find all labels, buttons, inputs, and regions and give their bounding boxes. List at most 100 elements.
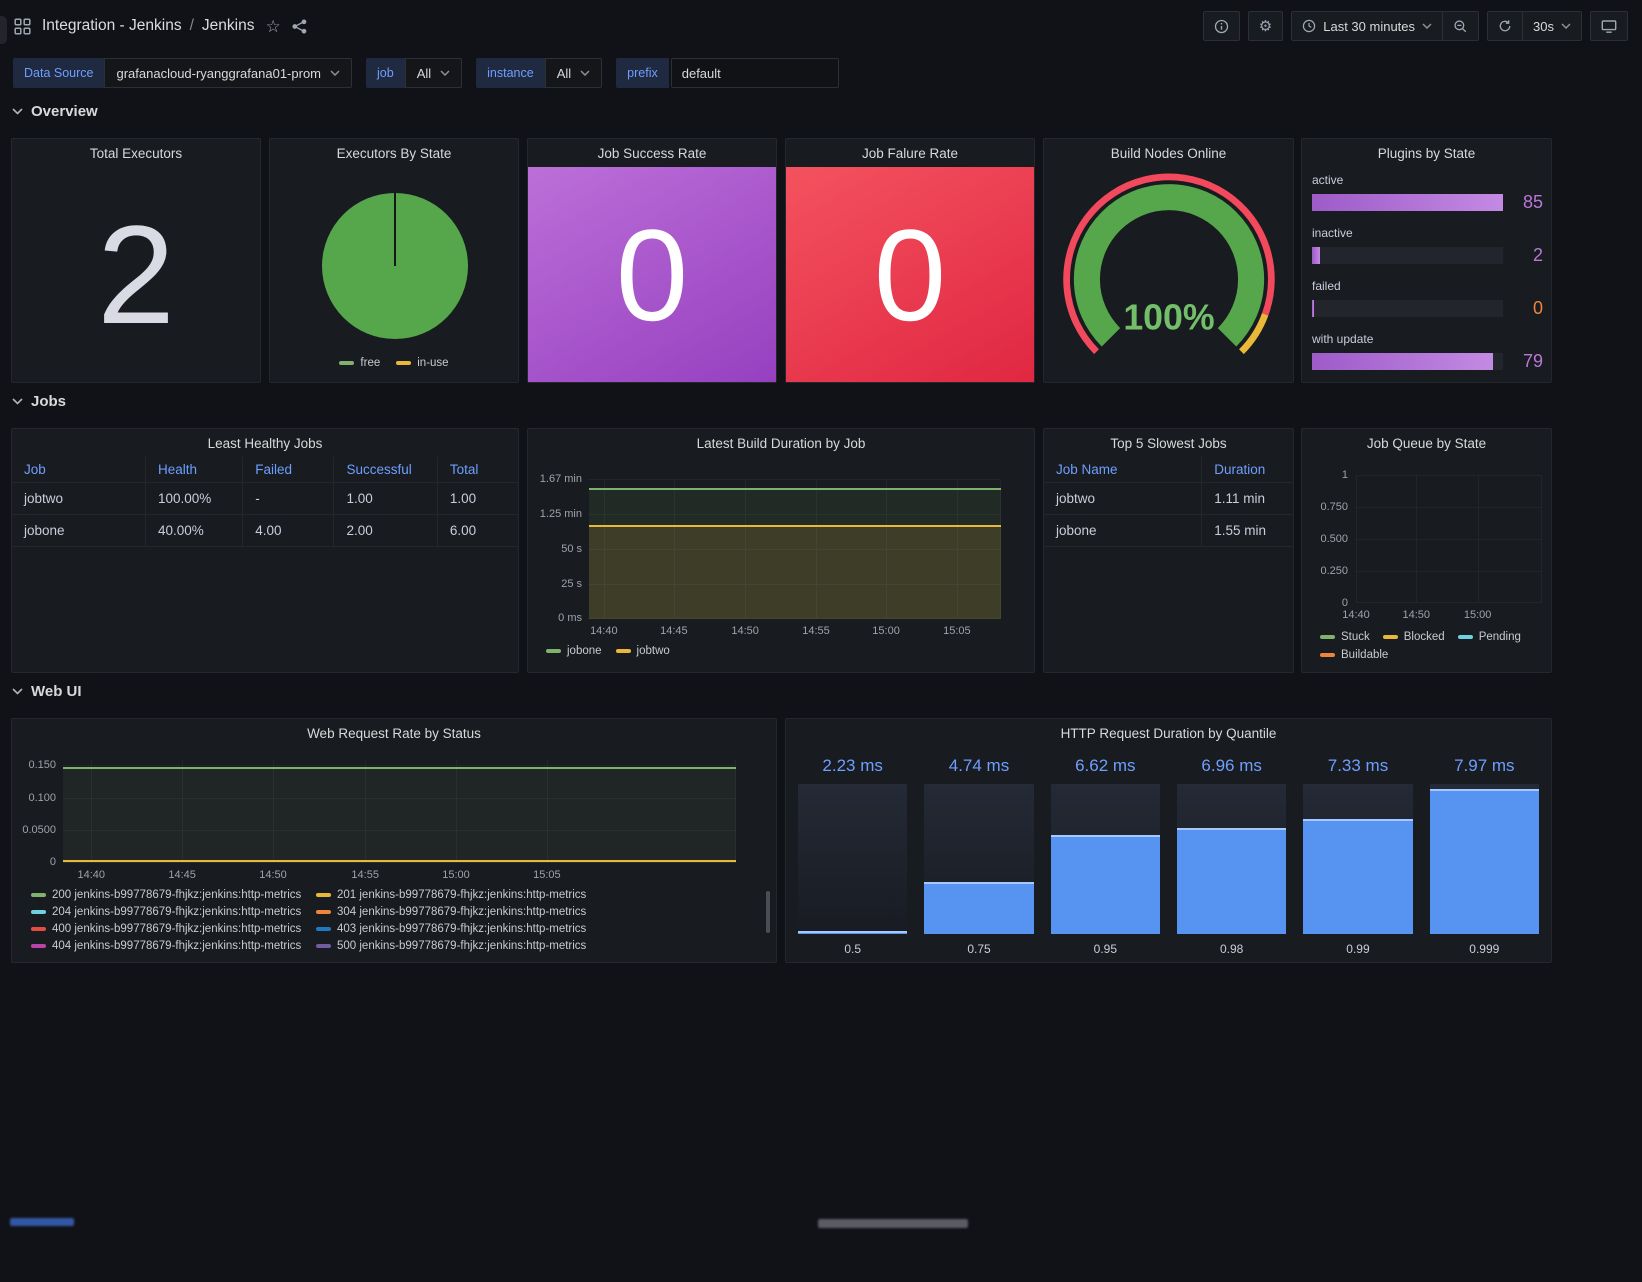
bar-gauge-track[interactable] [924,784,1033,934]
star-icon[interactable]: ☆ [265,18,280,35]
dashboard-settings-button[interactable]: ⚙ [1248,11,1283,41]
legend-item[interactable]: 403 jenkins-b99778679-fhjkz:jenkins:http… [316,923,601,935]
refresh-interval-picker[interactable]: 30s [1523,11,1582,41]
bar-gauge-track[interactable] [798,784,907,934]
legend-item[interactable]: Pending [1458,631,1521,643]
panel-title[interactable]: Job Falure Rate [786,139,1034,167]
column-header-health[interactable]: Health [145,457,242,483]
panel-title[interactable]: Least Healthy Jobs [12,429,518,457]
column-header-total[interactable]: Total [437,457,518,483]
bar-gauge-track[interactable] [1177,784,1286,934]
dashboards-grid-icon[interactable] [14,18,31,35]
legend-swatch [316,893,331,897]
legend-item[interactable]: 304 jenkins-b99778679-fhjkz:jenkins:http… [316,906,601,918]
bar-gauge-track [1312,194,1503,211]
datasource-select[interactable]: grafanacloud-ryanggrafana01-prom [104,58,352,88]
column-header-successful[interactable]: Successful [334,457,437,483]
bar-gauge-fill [1312,194,1503,211]
column-header-failed[interactable]: Failed [243,457,334,483]
section-jobs[interactable]: Jobs [12,393,66,410]
legend-item[interactable]: Stuck [1320,631,1370,643]
y-tick: 1.67 min [528,472,582,486]
bar-gauge-track[interactable] [1303,784,1412,934]
prefix-label: prefix [616,58,669,88]
quantile-column: 6.96 ms 0.98 [1177,747,1286,956]
legend-swatch [339,361,354,365]
dashboard-info-button[interactable] [1203,11,1240,41]
instance-select[interactable]: All [545,58,602,88]
y-tick: 0.750 [1302,500,1348,514]
bar-gauge-fill [1051,835,1160,934]
quantile-label: 0.98 [1177,942,1286,956]
gear-icon: ⚙ [1259,17,1272,35]
time-series-plot[interactable]: 14:40 14:45 14:50 14:55 15:00 15:05 [589,479,1001,619]
legend-swatch [316,927,331,931]
legend-scrollbar[interactable] [766,891,770,933]
legend-item[interactable]: 200 jenkins-b99778679-fhjkz:jenkins:http… [31,889,316,901]
legend-item[interactable]: 400 jenkins-b99778679-fhjkz:jenkins:http… [31,923,316,935]
bar-gauge-track[interactable] [1430,784,1539,934]
legend-item[interactable]: 204 jenkins-b99778679-fhjkz:jenkins:http… [31,906,316,918]
legend-item[interactable]: 500 jenkins-b99778679-fhjkz:jenkins:http… [316,940,601,952]
bar-gauge-fill [1312,247,1320,264]
pie-chart[interactable] [322,193,468,339]
job-label: job [366,58,405,88]
cell: 6.00 [437,515,518,547]
legend-item[interactable]: in-use [396,357,448,369]
refresh-button[interactable] [1487,11,1523,41]
slowest-jobs-table: Job Name Duration jobtwo 1.11 min jobone… [1044,457,1293,547]
column-header-job-name[interactable]: Job Name [1044,457,1202,483]
panel-title[interactable]: Build Nodes Online [1044,139,1293,167]
bar-gauge-fill [1303,819,1412,935]
legend-item[interactable]: Buildable [1320,649,1388,661]
x-tick: 14:45 [660,625,688,637]
panel-title[interactable]: Job Queue by State [1302,429,1551,457]
breadcrumb-dashboard[interactable]: Jenkins [202,17,255,35]
bar-gauge-track[interactable] [1051,784,1160,934]
refresh-controls: 30s [1487,11,1582,41]
column-header-job[interactable]: Job [12,457,145,483]
series-fill-jobtwo [589,526,1001,619]
section-title: Jobs [31,393,66,410]
panel-title[interactable]: Plugins by State [1302,139,1551,167]
legend-item[interactable]: Blocked [1383,631,1445,643]
share-icon[interactable] [292,19,307,34]
quantile-label: 0.99 [1303,942,1412,956]
legend-label: in-use [417,357,448,369]
panel-title[interactable]: Executors By State [270,139,518,167]
breadcrumb-folder[interactable]: Integration - Jenkins [42,17,182,35]
panel-title[interactable]: Top 5 Slowest Jobs [1044,429,1293,457]
panel-title[interactable]: Latest Build Duration by Job [528,429,1034,457]
legend-item[interactable]: jobtwo [616,645,670,657]
prefix-input[interactable] [671,58,839,88]
panel-title[interactable]: Job Success Rate [528,139,776,167]
section-overview[interactable]: Overview [12,103,98,120]
section-web-ui[interactable]: Web UI [12,683,82,700]
cell: 1.11 min [1202,483,1293,515]
panel-title[interactable]: Web Request Rate by Status [12,719,776,747]
legend-item[interactable]: jobone [546,645,602,657]
datasource-value: grafanacloud-ryanggrafana01-prom [116,66,321,81]
legend-item[interactable]: 404 jenkins-b99778679-fhjkz:jenkins:http… [31,940,316,952]
table-header-row: Job Name Duration [1044,457,1293,483]
panel-title[interactable]: Total Executors [12,139,260,167]
bar-gauge-row: inactive 2 [1312,226,1543,266]
bar-value: 7.97 ms [1430,756,1539,780]
series-fill-200 [63,768,736,863]
legend-swatch [31,893,46,897]
bar-value: 6.96 ms [1177,756,1286,780]
legend-item[interactable]: free [339,357,380,369]
time-range-picker[interactable]: Last 30 minutes [1291,11,1443,41]
chevron-down-icon [440,70,450,76]
panel-title[interactable]: HTTP Request Duration by Quantile [786,719,1551,747]
legend-item[interactable]: 201 jenkins-b99778679-fhjkz:jenkins:http… [316,889,601,901]
panel-http-duration-quantile: HTTP Request Duration by Quantile 2.23 m… [785,718,1552,963]
time-series-plot[interactable]: 14:40 14:45 14:50 14:55 15:00 15:05 [63,759,736,863]
table-header-row: Job Health Failed Successful Total [12,457,518,483]
time-series-plot[interactable]: 14:40 14:50 15:00 [1356,475,1542,603]
zoom-out-time-button[interactable] [1443,11,1479,41]
tv-mode-button[interactable] [1590,11,1628,41]
y-tick: 0 ms [528,611,582,625]
job-select[interactable]: All [405,58,462,88]
column-header-duration[interactable]: Duration [1202,457,1293,483]
